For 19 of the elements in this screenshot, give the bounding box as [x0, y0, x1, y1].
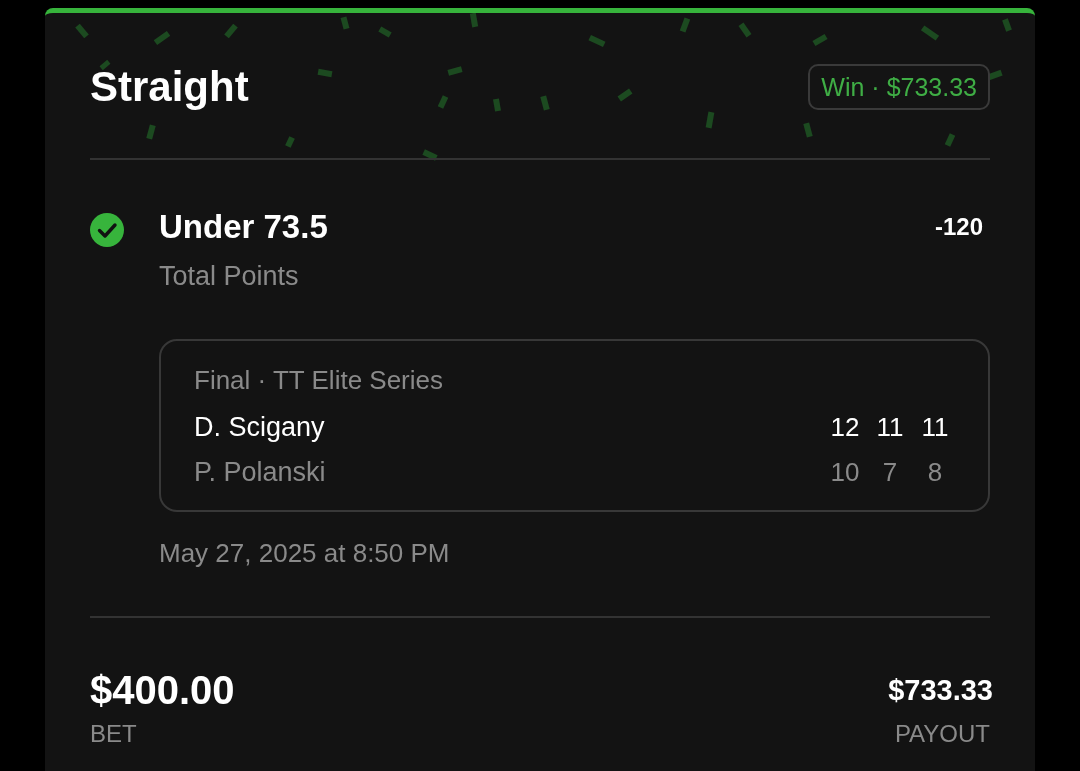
- payout-amount: $733.33: [888, 673, 993, 708]
- set-score: 8: [926, 456, 944, 488]
- placed-date: May 27, 2025 at 8:50 PM: [159, 538, 450, 568]
- bet-amount: $400.00: [90, 668, 235, 712]
- result-badge: Win · $733.33: [808, 64, 990, 110]
- player-name: D. Scigany: [194, 411, 325, 443]
- player-name: P. Polanski: [194, 456, 326, 488]
- set-score: 12: [829, 411, 861, 443]
- set-score: 11: [920, 411, 950, 443]
- bet-label: BET: [90, 720, 137, 748]
- market-label: Total Points: [159, 260, 299, 292]
- set-score: 11: [875, 411, 905, 443]
- event-status-text: Final · TT Elite Series: [194, 365, 443, 395]
- odds-value: -120: [934, 213, 983, 241]
- bet-type-title: Straight: [90, 62, 249, 112]
- set-score: 7: [881, 456, 899, 488]
- set-score: 10: [829, 456, 861, 488]
- payout-label: PAYOUT: [894, 720, 990, 748]
- selection-title: Under 73.5: [159, 208, 328, 246]
